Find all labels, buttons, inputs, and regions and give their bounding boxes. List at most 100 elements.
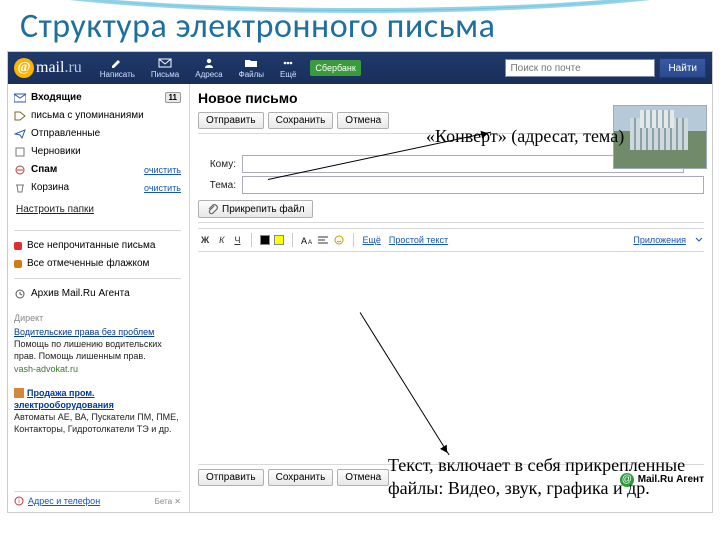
- folder-trash[interactable]: Корзина очистить: [14, 180, 181, 195]
- folder-mentions[interactable]: письма с упоминаниями: [14, 108, 181, 123]
- svg-text:A: A: [301, 236, 307, 245]
- ads-label: Директ: [14, 312, 181, 324]
- address-phone-link[interactable]: Адрес и телефон: [28, 496, 100, 506]
- filter-label: Все непрочитанные письма: [27, 240, 155, 251]
- align-icon[interactable]: [317, 235, 329, 245]
- folder-label: Отправленные: [31, 128, 100, 139]
- emoji-icon[interactable]: [333, 235, 345, 245]
- topbar-items: Написать Письма Адреса Файлы Ещё: [92, 55, 305, 81]
- toolbar-more-link[interactable]: Ещё: [362, 235, 380, 245]
- spam-icon: [14, 165, 26, 175]
- logo-at-icon: @: [14, 58, 34, 78]
- topbar-compose[interactable]: Написать: [92, 55, 143, 81]
- ad-dismiss[interactable]: Бета ✕: [155, 497, 181, 506]
- filter-unread[interactable]: Все непрочитанные письма: [14, 238, 181, 253]
- trash-clear-link[interactable]: очистить: [144, 183, 181, 193]
- ad-title[interactable]: Водительские права без проблем: [14, 326, 181, 338]
- folder-label: письма с упоминаниями: [31, 110, 144, 121]
- topbar-files[interactable]: Файлы: [231, 55, 272, 81]
- paperclip-icon: [206, 203, 218, 215]
- ad-text: Помощь по лишению водительских прав. Пом…: [14, 338, 181, 362]
- divider: [14, 278, 181, 279]
- ads-block: Директ Водительские права без проблем По…: [14, 312, 181, 435]
- folder-icon: [244, 57, 258, 69]
- save-button-bottom[interactable]: Сохранить: [268, 469, 334, 486]
- ad-text: Автоматы АЕ, ВА, Пускатели ПМ, ПМЕ, Конт…: [14, 411, 181, 435]
- ad-title[interactable]: Продажа пром. электрооборудования: [14, 387, 181, 411]
- tag-icon: [14, 111, 26, 121]
- compose-heading: Новое письмо: [198, 90, 704, 106]
- clock-icon: [14, 289, 26, 299]
- cancel-button[interactable]: Отмена: [337, 112, 389, 129]
- topbar-item-label: Письма: [151, 70, 179, 79]
- promo-sberbank[interactable]: Сбербанк: [310, 60, 360, 76]
- filter-flagged[interactable]: Все отмеченные флажком: [14, 256, 181, 271]
- search-area: Найти: [505, 58, 712, 78]
- trash-icon: [14, 183, 26, 193]
- cancel-button-bottom[interactable]: Отмена: [337, 469, 389, 486]
- logo-ru: .ru: [64, 59, 81, 77]
- logo-mail: mail: [36, 59, 64, 77]
- chevron-down-icon[interactable]: [694, 235, 704, 245]
- highlight-color-button[interactable]: [274, 235, 284, 245]
- toolbar-plain-link[interactable]: Простой текст: [389, 235, 448, 245]
- building-image: [614, 106, 706, 168]
- compose-pane: Новое письмо Отправить Сохранить Отмена …: [190, 84, 712, 512]
- send-button[interactable]: Отправить: [198, 112, 264, 129]
- folder-label: Входящие: [31, 92, 82, 103]
- topbar-mail[interactable]: Письма: [143, 55, 187, 81]
- logo[interactable]: @ mail .ru: [8, 58, 92, 78]
- red-flag-icon: [14, 242, 22, 250]
- envelope-icon: [158, 57, 172, 69]
- slide-title: Структура электронного письма: [20, 6, 495, 47]
- folder-settings-link[interactable]: Настроить папки: [16, 204, 181, 215]
- info-icon: i: [14, 496, 24, 506]
- separator: [353, 233, 354, 247]
- separator: [292, 233, 293, 247]
- svg-text:i: i: [18, 499, 19, 505]
- inbox-icon: [14, 93, 26, 103]
- attach-label: Прикрепить файл: [222, 204, 305, 215]
- underline-button[interactable]: Ч: [231, 234, 243, 246]
- topbar-item-label: Файлы: [239, 70, 264, 79]
- topbar: @ mail .ru Написать Письма Адреса Файлы: [8, 52, 712, 84]
- ad-url[interactable]: vash-advokat.ru: [14, 363, 181, 375]
- topbar-addresses[interactable]: Адреса: [187, 55, 230, 81]
- ad-icon: [14, 388, 24, 398]
- spam-clear-link[interactable]: очистить: [144, 165, 181, 175]
- font-size-icon[interactable]: AA: [301, 235, 313, 245]
- send-button-bottom[interactable]: Отправить: [198, 469, 264, 486]
- folder-spam[interactable]: Спам очистить: [14, 162, 181, 177]
- archive-label: Архив Mail.Ru Агента: [31, 288, 130, 299]
- dots-icon: [281, 57, 295, 69]
- callout-body: Текст, включает в себя прикрепленные фай…: [388, 454, 688, 499]
- draft-icon: [14, 147, 26, 157]
- italic-button[interactable]: К: [216, 234, 227, 246]
- main-body: Входящие 11 письма с упоминаниями Отправ…: [8, 84, 712, 512]
- subject-input[interactable]: [242, 176, 704, 194]
- callout-envelope: «Конверт» (адресат, тема): [426, 125, 624, 148]
- topbar-item-label: Написать: [100, 70, 135, 79]
- filter-label: Все отмеченные флажком: [27, 258, 149, 269]
- search-input[interactable]: [505, 59, 655, 77]
- folder-label: Спам: [31, 164, 57, 175]
- divider: [14, 230, 181, 231]
- sidebar: Входящие 11 письма с упоминаниями Отправ…: [8, 84, 190, 512]
- text-color-button[interactable]: [260, 235, 270, 245]
- orange-flag-icon: [14, 260, 22, 268]
- folder-inbox[interactable]: Входящие 11: [14, 90, 181, 105]
- folder-label: Корзина: [31, 182, 69, 193]
- folder-sent[interactable]: Отправленные: [14, 126, 181, 141]
- bold-button[interactable]: Ж: [198, 234, 212, 246]
- message-body-editor[interactable]: [198, 252, 704, 464]
- editor-toolbar: Ж К Ч AA Ещё Простой текст При: [198, 228, 704, 252]
- toolbar-apps-link[interactable]: Приложения: [633, 235, 686, 245]
- topbar-item-label: Адреса: [195, 70, 222, 79]
- attach-button[interactable]: Прикрепить файл: [198, 200, 313, 218]
- topbar-more[interactable]: Ещё: [272, 55, 304, 81]
- person-icon: [202, 57, 216, 69]
- archive-agent[interactable]: Архив Mail.Ru Агента: [14, 286, 181, 301]
- folder-drafts[interactable]: Черновики: [14, 144, 181, 159]
- search-button[interactable]: Найти: [659, 58, 706, 78]
- save-button[interactable]: Сохранить: [268, 112, 334, 129]
